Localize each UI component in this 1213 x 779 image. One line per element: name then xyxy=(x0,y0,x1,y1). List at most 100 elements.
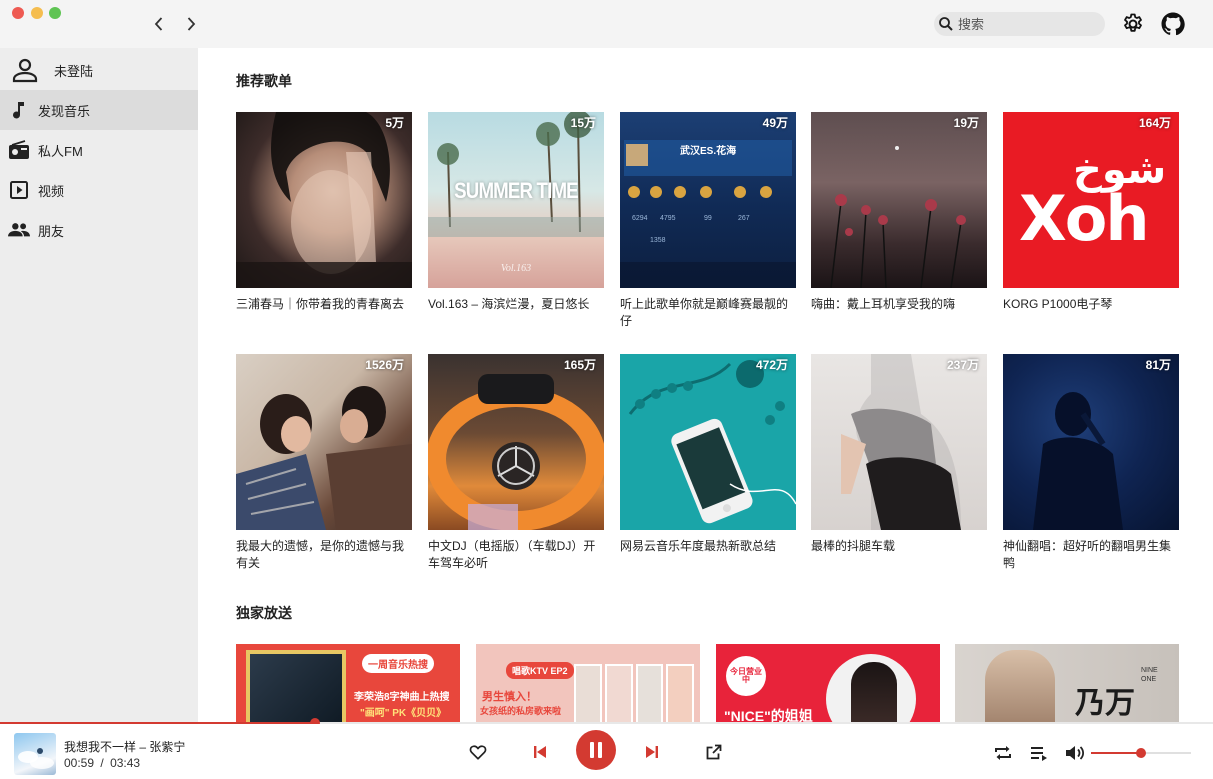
banner-photo xyxy=(246,650,346,723)
playlist-cover[interactable]: 237万 xyxy=(811,354,987,530)
cover-title: SUMMER TIME xyxy=(454,178,578,203)
playlist-card[interactable]: 6294 4795 99 267 1358 武汉ES.花海 49万 听上此歌单你就是巅峰… xyxy=(620,112,796,330)
settings-button[interactable] xyxy=(1121,12,1145,36)
playlist-title[interactable]: 神仙翻唱：超好听的翻唱男生集鸭 xyxy=(1003,538,1179,572)
cover-title: Xoh xyxy=(1019,182,1150,255)
playlist-card[interactable]: 81万 神仙翻唱：超好听的翻唱男生集鸭 xyxy=(1003,354,1179,572)
playlist-title[interactable]: 听上此歌单你就是巅峰赛最靓的仔 xyxy=(620,296,796,330)
playlist-card[interactable]: 1526万 我最大的遗憾，是你的遗憾与我有关 xyxy=(236,354,412,572)
sidebar: 未登陆 发现音乐 私人FM 视频 朋友 xyxy=(0,48,198,723)
playlist-cover[interactable]: SUMMER TIME Vol.163 15万 xyxy=(428,112,604,288)
exclusive-banner[interactable]: 乃万 NINE ONE xyxy=(955,644,1179,723)
sidebar-item-friends[interactable]: 朋友 xyxy=(0,210,198,250)
sidebar-item-video[interactable]: 视频 xyxy=(0,170,198,210)
like-button[interactable] xyxy=(468,742,488,762)
svg-text:6294: 6294 xyxy=(632,215,648,222)
phone-illustration xyxy=(628,360,796,524)
banner-photos xyxy=(574,664,694,723)
banner-subtext: 女孩纸的私房歌来啦 xyxy=(480,706,562,716)
playlist-card[interactable]: 5万 三浦春马｜你带着我的青春离去 xyxy=(236,112,412,313)
exclusive-banner[interactable]: 唱歌KTV EP2 男生慎入！ 女孩纸的私房歌来啦 xyxy=(476,644,700,723)
play-count: 165万 xyxy=(563,358,596,372)
chevron-right-icon xyxy=(187,17,196,31)
playlist-title[interactable]: Vol.163 – 海滨烂漫，夏日悠长 xyxy=(428,296,604,313)
playlist-queue-button[interactable] xyxy=(1028,742,1050,764)
flowers-illustration xyxy=(830,146,966,288)
playlist-cover[interactable]: 81万 xyxy=(1003,354,1179,530)
external-link-icon xyxy=(706,744,722,760)
pause-icon xyxy=(590,742,602,758)
sidebar-item-label: 发现音乐 xyxy=(38,103,91,119)
forward-button[interactable] xyxy=(181,14,201,34)
pause-button[interactable] xyxy=(576,730,616,770)
github-button[interactable] xyxy=(1161,12,1185,36)
sidebar-item-label: 私人FM xyxy=(38,143,83,159)
user-login-item[interactable]: 未登陆 xyxy=(0,50,198,90)
section-title-recommend: 推荐歌单 xyxy=(236,73,292,89)
previous-button[interactable] xyxy=(530,742,550,762)
close-window-button[interactable] xyxy=(12,7,24,19)
sidebar-item-personal-fm[interactable]: 私人FM xyxy=(0,130,198,170)
playlist-title[interactable]: 最棒的抖腿车载 xyxy=(811,538,987,555)
song-cover[interactable] xyxy=(14,733,56,775)
sidebar-item-discover-music[interactable]: 发现音乐 xyxy=(0,90,198,130)
playlist-title[interactable]: 中文DJ（电摇版）（车载DJ）开车驾车必听 xyxy=(428,538,604,572)
exclusive-banner[interactable]: 今日营业中 "NICE"的姐姐 xyxy=(716,644,940,723)
volume-button[interactable] xyxy=(1064,742,1086,764)
play-count: 19万 xyxy=(953,116,979,130)
playlist-card[interactable]: 165万 中文DJ（电摇版）（车载DJ）开车驾车必听 xyxy=(428,354,604,572)
back-button[interactable] xyxy=(149,14,169,34)
minimize-window-button[interactable] xyxy=(31,7,43,19)
song-cover-art xyxy=(18,748,54,769)
search-box xyxy=(934,12,1105,36)
next-button[interactable] xyxy=(642,742,662,762)
open-lyrics-button[interactable] xyxy=(704,742,724,762)
sidebar-item-label: 视频 xyxy=(38,183,65,199)
search-input[interactable] xyxy=(958,16,1098,32)
playlist-card[interactable]: 19万 嗨曲：戴上耳机享受我的嗨 xyxy=(811,112,987,313)
playlist-title[interactable]: 我最大的遗憾，是你的遗憾与我有关 xyxy=(236,538,412,572)
repeat-button[interactable] xyxy=(992,742,1014,764)
playlist-cover[interactable]: 1526万 xyxy=(236,354,412,530)
queue-icon xyxy=(1031,747,1047,761)
banner-logo: 今日营业中 xyxy=(726,656,766,696)
playlist-cover[interactable]: 472万 xyxy=(620,354,796,530)
player-bar: 我想我不一样 – 张紫宁 00:59 / 03:43 xyxy=(0,724,1213,779)
couple-illustration xyxy=(236,386,412,530)
playlist-card[interactable]: 237万 最棒的抖腿车载 xyxy=(811,354,987,555)
singer-silhouette-illustration xyxy=(1033,392,1123,530)
maximize-window-button[interactable] xyxy=(49,7,61,19)
volume-slider-handle[interactable] xyxy=(1136,748,1146,758)
playlist-title[interactable]: 嗨曲：戴上耳机享受我的嗨 xyxy=(811,296,987,313)
playlist-title[interactable]: 网易云音乐年度最热新歌总结 xyxy=(620,538,796,555)
playlist-card[interactable]: SUMMER TIME Vol.163 15万 Vol.163 – 海滨烂漫，夏… xyxy=(428,112,604,313)
playlist-cover[interactable]: 19万 xyxy=(811,112,987,288)
model-illustration xyxy=(841,354,961,530)
playlist-cover[interactable]: 6294 4795 99 267 1358 武汉ES.花海 49万 xyxy=(620,112,796,288)
play-count: 81万 xyxy=(1145,358,1171,372)
title-bar xyxy=(0,0,1213,48)
volume-slider[interactable] xyxy=(1091,748,1191,758)
play-count: 237万 xyxy=(946,358,979,372)
video-icon xyxy=(8,179,30,201)
playlist-title[interactable]: KORG P1000电子琴 xyxy=(1003,296,1179,313)
song-title[interactable]: 我想我不一样 – 张紫宁 xyxy=(64,738,185,755)
playlist-cover[interactable]: شوخ Xoh 164万 xyxy=(1003,112,1179,288)
current-time: 00:59 xyxy=(64,756,95,770)
cover-title: 武汉ES.花海 xyxy=(680,146,737,157)
banner-subtext: "画呵" PK《贝贝》 xyxy=(360,708,447,719)
exclusive-banner[interactable]: 一周音乐热搜 李荣浩8字神曲上热搜 "画呵" PK《贝贝》 xyxy=(236,644,460,723)
volume-icon xyxy=(1066,746,1085,760)
volume-slider-fill xyxy=(1091,752,1141,754)
section-title-exclusive: 独家放送 xyxy=(236,605,292,621)
playlist-card[interactable]: 472万 网易云音乐年度最热新歌总结 xyxy=(620,354,796,555)
skip-previous-icon xyxy=(534,746,546,758)
playlist-title[interactable]: 三浦春马｜你带着我的青春离去 xyxy=(236,296,412,313)
playlist-cover[interactable]: 5万 xyxy=(236,112,412,288)
playlist-card[interactable]: شوخ Xoh 164万 KORG P1000电子琴 xyxy=(1003,112,1179,313)
chevron-left-icon xyxy=(154,17,163,31)
song-time: 00:59 / 03:43 xyxy=(64,756,140,770)
playlist-cover[interactable]: 165万 xyxy=(428,354,604,530)
steering-wheel-illustration xyxy=(428,374,604,530)
cover-subtitle: Vol.163 xyxy=(500,263,532,274)
